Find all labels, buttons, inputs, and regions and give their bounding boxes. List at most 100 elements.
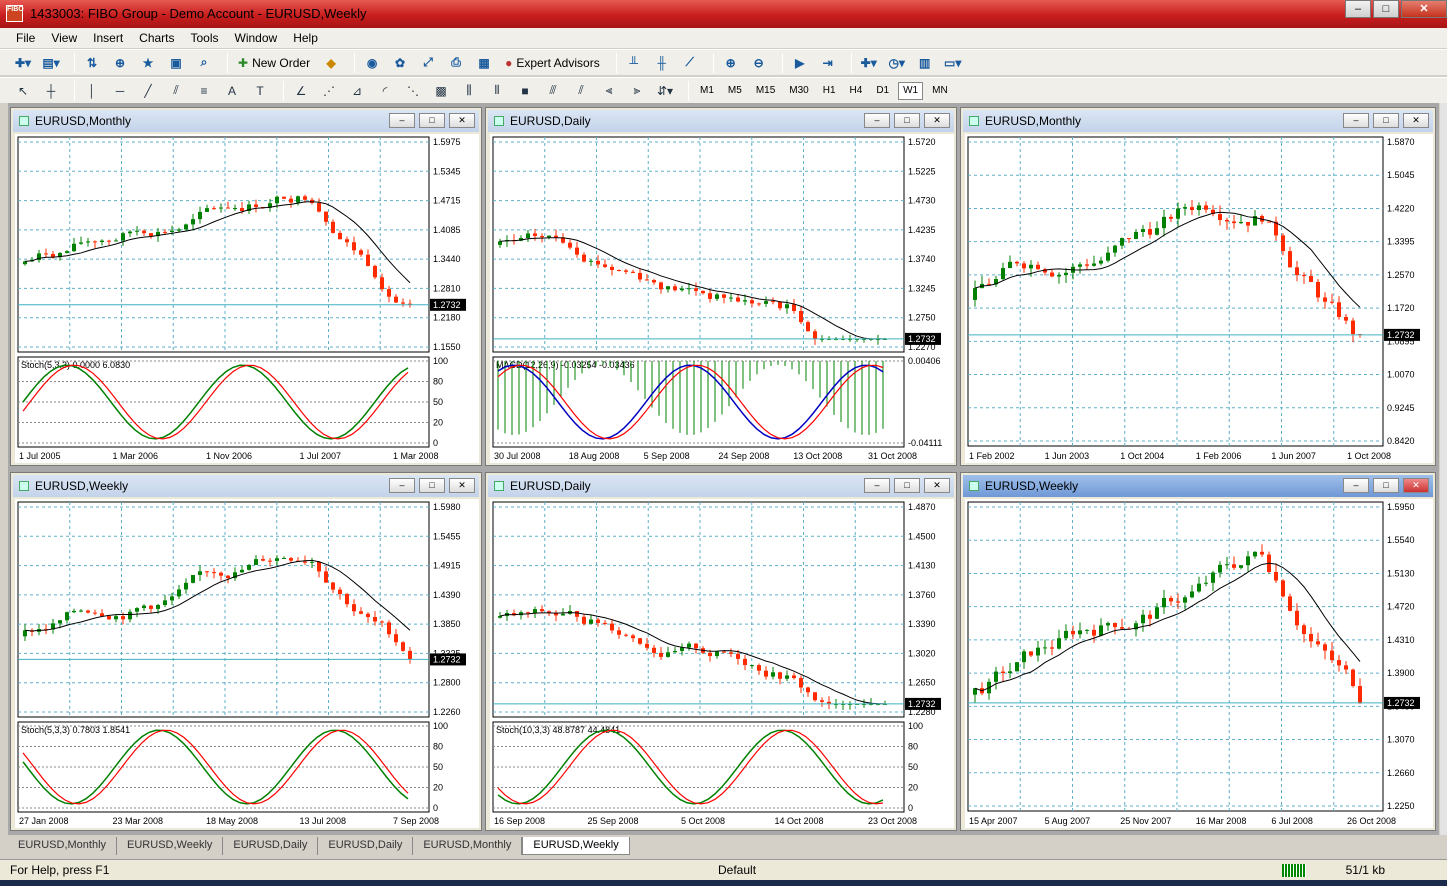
menu-window[interactable]: Window [227,31,286,45]
grid-icon[interactable]: ▩ [430,81,452,101]
timeframe-mn[interactable]: MN [927,82,953,100]
gann-line-icon[interactable]: ∠ [290,81,312,101]
data-window-icon[interactable]: ⊕ [109,53,131,73]
chart-window[interactable]: EURUSD,Daily – □ ✕ 1.5720 1.5225 1.4730 1.423… [485,107,957,466]
line-chart-icon[interactable]: ⟋ [679,53,701,73]
candlestick-icon[interactable]: ╫ [651,53,673,73]
trendline-icon[interactable]: ╱ [137,81,159,101]
maximize-button[interactable]: □ [1373,0,1399,18]
periods-icon[interactable]: ◷▾ [886,53,908,73]
menu-file[interactable]: File [8,31,43,45]
fibo-expansion-icon[interactable]: ⫷ [598,81,620,101]
chart-window-titlebar[interactable]: EURUSD,Daily – □ ✕ [488,110,954,132]
label-icon[interactable]: T [249,81,271,101]
chart-close-button[interactable]: ✕ [449,113,475,128]
tab-chart[interactable]: EURUSD,Monthly [8,837,118,855]
chart-close-button[interactable]: ✕ [924,113,950,128]
chart-window-titlebar[interactable]: EURUSD,Daily – □ ✕ [488,475,954,497]
horizontal-line-icon[interactable]: ─ [109,81,131,101]
alert-icon[interactable]: ◆ [320,53,342,73]
expert-advisors-button[interactable]: ● Expert Advisors [501,53,604,73]
fibo-icon[interactable]: ≡ [193,81,215,101]
chart-minimize-button[interactable]: – [864,113,890,128]
close-button[interactable]: ✕ [1401,0,1447,18]
tab-chart-active[interactable]: EURUSD,Weekly [522,837,630,855]
chart-minimize-button[interactable]: – [1343,113,1369,128]
fibo-arcs-icon[interactable]: ◜ [374,81,396,101]
workspace-scrollbar[interactable] [1440,103,1447,835]
crosshair-icon[interactable]: ┼ [40,81,62,101]
chart-maximize-button[interactable]: □ [419,113,445,128]
market-watch-icon[interactable]: ⇅ [81,53,103,73]
fullscreen-icon[interactable]: ⤢ [417,53,439,73]
menu-insert[interactable]: Insert [85,31,131,45]
metaeditor-icon[interactable]: ◉ [361,53,383,73]
tab-chart[interactable]: EURUSD,Monthly [413,837,523,855]
chart-close-button[interactable]: ✕ [1403,478,1429,493]
chart-window[interactable]: EURUSD,Weekly – □ ✕ 1.5980 1.5455 1.4915 1.43… [10,472,482,831]
menu-charts[interactable]: Charts [131,31,182,45]
new-chart-icon[interactable]: ✚▾ [12,53,34,73]
gann-grid-icon[interactable]: ⊿ [346,81,368,101]
print-preview-icon[interactable]: ▦ [473,53,495,73]
regression-icon[interactable]: ⫸ [626,81,648,101]
andrews-pitchfork-icon[interactable]: ⫻ [542,81,564,101]
chart-minimize-button[interactable]: – [389,478,415,493]
price-chart[interactable]: 1.58701.50451.42201.33951.25701.17201.08… [965,134,1433,463]
rectangle-icon[interactable]: ■ [514,81,536,101]
objects-icon[interactable]: ▭▾ [942,53,964,73]
menu-tools[interactable]: Tools [183,31,227,45]
chart-close-button[interactable]: ✕ [1403,113,1429,128]
chart-window-titlebar[interactable]: EURUSD,Monthly – □ ✕ [13,110,479,132]
vertical-line-icon[interactable]: │ [81,81,103,101]
chart-minimize-button[interactable]: – [389,113,415,128]
chart-close-button[interactable]: ✕ [924,478,950,493]
timeframe-m1[interactable]: M1 [695,82,719,100]
chart-window[interactable]: EURUSD,Weekly – □ ✕ 1.5950 1.5540 1.5130 1.47… [960,472,1436,831]
chart-minimize-button[interactable]: – [1343,478,1369,493]
timeframe-m5[interactable]: M5 [723,82,747,100]
channel-icon[interactable]: ⫽ [165,81,187,101]
chart-window[interactable]: EURUSD,Monthly – □ ✕ 1.5870 1.5045 1.4220 1.3… [960,107,1436,466]
chart-window[interactable]: EURUSD,Daily – □ ✕ 1.4870 1.4500 1.4130 1.376… [485,472,957,831]
chart-window-titlebar[interactable]: EURUSD,Weekly – □ ✕ [963,475,1433,497]
zoom-out-icon[interactable]: ⊖ [748,53,770,73]
chart-maximize-button[interactable]: □ [894,478,920,493]
timeframe-w1[interactable]: W1 [898,81,924,100]
price-chart[interactable]: 1.5720 1.5225 1.4730 1.4235 1.3740 1.3245 1.27… [490,134,954,463]
navigator-icon[interactable]: ★ [137,53,159,73]
chart-maximize-button[interactable]: □ [894,113,920,128]
tab-chart[interactable]: EURUSD,Daily [223,837,319,855]
timeframe-m15[interactable]: M15 [751,82,780,100]
cursor-icon[interactable]: ↖ [12,81,34,101]
price-chart[interactable]: 1.59501.55401.51301.47201.43101.39001.34… [965,499,1433,828]
fibo-fan-icon[interactable]: ⋱ [402,81,424,101]
menu-help[interactable]: Help [285,31,326,45]
price-chart[interactable]: 1.4870 1.4500 1.4130 1.3760 1.3390 1.3020 1.26… [490,499,954,828]
arrows-icon[interactable]: ⇵▾ [654,81,676,101]
tab-chart[interactable]: EURUSD,Daily [318,837,414,855]
chart-maximize-button[interactable]: □ [1373,478,1399,493]
chart-window-titlebar[interactable]: EURUSD,Weekly – □ ✕ [13,475,479,497]
terminal-icon[interactable]: ▣ [165,53,187,73]
timeframe-h4[interactable]: H4 [845,82,868,100]
chart-window[interactable]: EURUSD,Monthly – □ ✕ 1.5975 1.5345 1.4715 1.4… [10,107,482,466]
auto-scroll-icon[interactable]: ▶ [789,53,811,73]
fibo-time-icon[interactable]: ⫼ [458,81,480,101]
new-order-button[interactable]: ✚ New Order [234,53,314,73]
gann-fan-icon[interactable]: ⋰ [318,81,340,101]
profiles-icon[interactable]: ▤▾ [40,53,62,73]
tab-chart[interactable]: EURUSD,Weekly [117,837,224,855]
chart-window-titlebar[interactable]: EURUSD,Monthly – □ ✕ [963,110,1433,132]
price-chart[interactable]: 1.5975 1.5345 1.4715 1.4085 1.3440 1.2810 1.21… [15,134,479,463]
price-chart[interactable]: 1.59801.54551.49151.43901.38501.33251.28… [15,499,479,828]
print-icon[interactable]: ⎙ [445,53,467,73]
tester-icon[interactable]: ⌕ [193,53,215,73]
timeframe-m30[interactable]: M30 [784,82,813,100]
cycle-lines-icon[interactable]: ⦀ [486,81,508,101]
fibo-channel-icon[interactable]: ⫽ [570,81,592,101]
indicators-icon[interactable]: ✚▾ [858,53,880,73]
zoom-in-icon[interactable]: ⊕ [720,53,742,73]
bar-chart-icon[interactable]: ╨ [623,53,645,73]
minimize-button[interactable]: – [1345,0,1371,18]
